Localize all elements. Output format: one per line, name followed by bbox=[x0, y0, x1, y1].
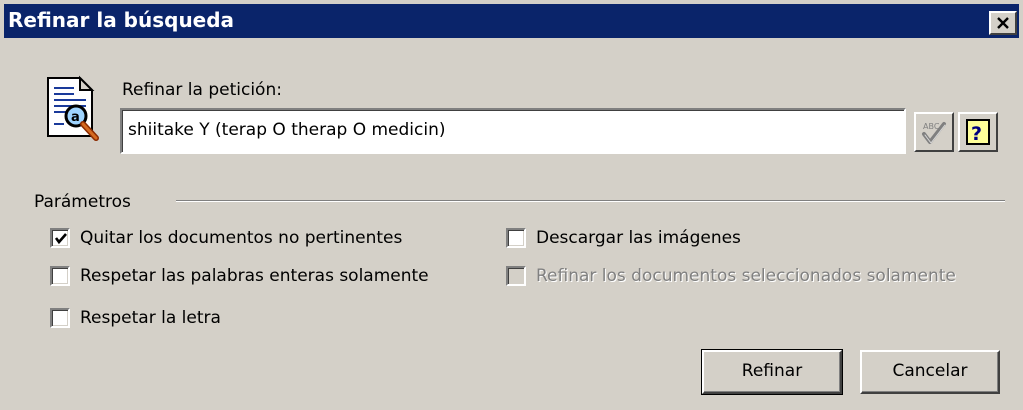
help-button[interactable]: ? bbox=[958, 112, 998, 152]
checkbox-remove-irrelevant[interactable] bbox=[50, 228, 70, 248]
close-icon bbox=[997, 17, 1009, 29]
document-search-icon: a bbox=[47, 75, 99, 141]
close-button[interactable] bbox=[989, 11, 1017, 35]
group-divider bbox=[176, 200, 1005, 202]
params-group-label: Parámetros bbox=[34, 192, 131, 212]
window-title: Refinar la búsqueda bbox=[8, 8, 235, 32]
spellcheck-button[interactable]: ABC bbox=[914, 112, 954, 152]
spellcheck-abc-icon: ABC bbox=[922, 122, 946, 144]
checkbox-download-images[interactable] bbox=[506, 228, 526, 248]
option-label: Respetar la letra bbox=[80, 308, 221, 328]
option-label: Descargar las imágenes bbox=[536, 228, 741, 248]
checkbox-match-case[interactable] bbox=[50, 308, 70, 328]
checkmark-icon bbox=[54, 233, 67, 245]
query-label: Refinar la petición: bbox=[122, 80, 282, 100]
option-label: Refinar los documentos seleccionados sol… bbox=[536, 266, 956, 286]
cancel-button[interactable]: Cancelar bbox=[860, 350, 1000, 394]
svg-text:a: a bbox=[71, 110, 80, 125]
option-label: Respetar las palabras enteras solamente bbox=[80, 266, 429, 286]
refine-search-dialog: Refinar la búsqueda a Refinar la petició… bbox=[0, 0, 1023, 410]
checkbox-selected-docs-only bbox=[506, 266, 526, 286]
option-label: Quitar los documentos no pertinentes bbox=[80, 228, 403, 248]
help-question-icon: ? bbox=[966, 119, 990, 145]
query-input[interactable]: shiitake Y (terap O therap O medicin) bbox=[120, 108, 906, 154]
refine-button[interactable]: Refinar bbox=[701, 349, 843, 395]
svg-text:?: ? bbox=[971, 123, 982, 145]
checkbox-whole-words[interactable] bbox=[50, 266, 70, 286]
title-bar[interactable]: Refinar la búsqueda bbox=[4, 4, 1019, 38]
